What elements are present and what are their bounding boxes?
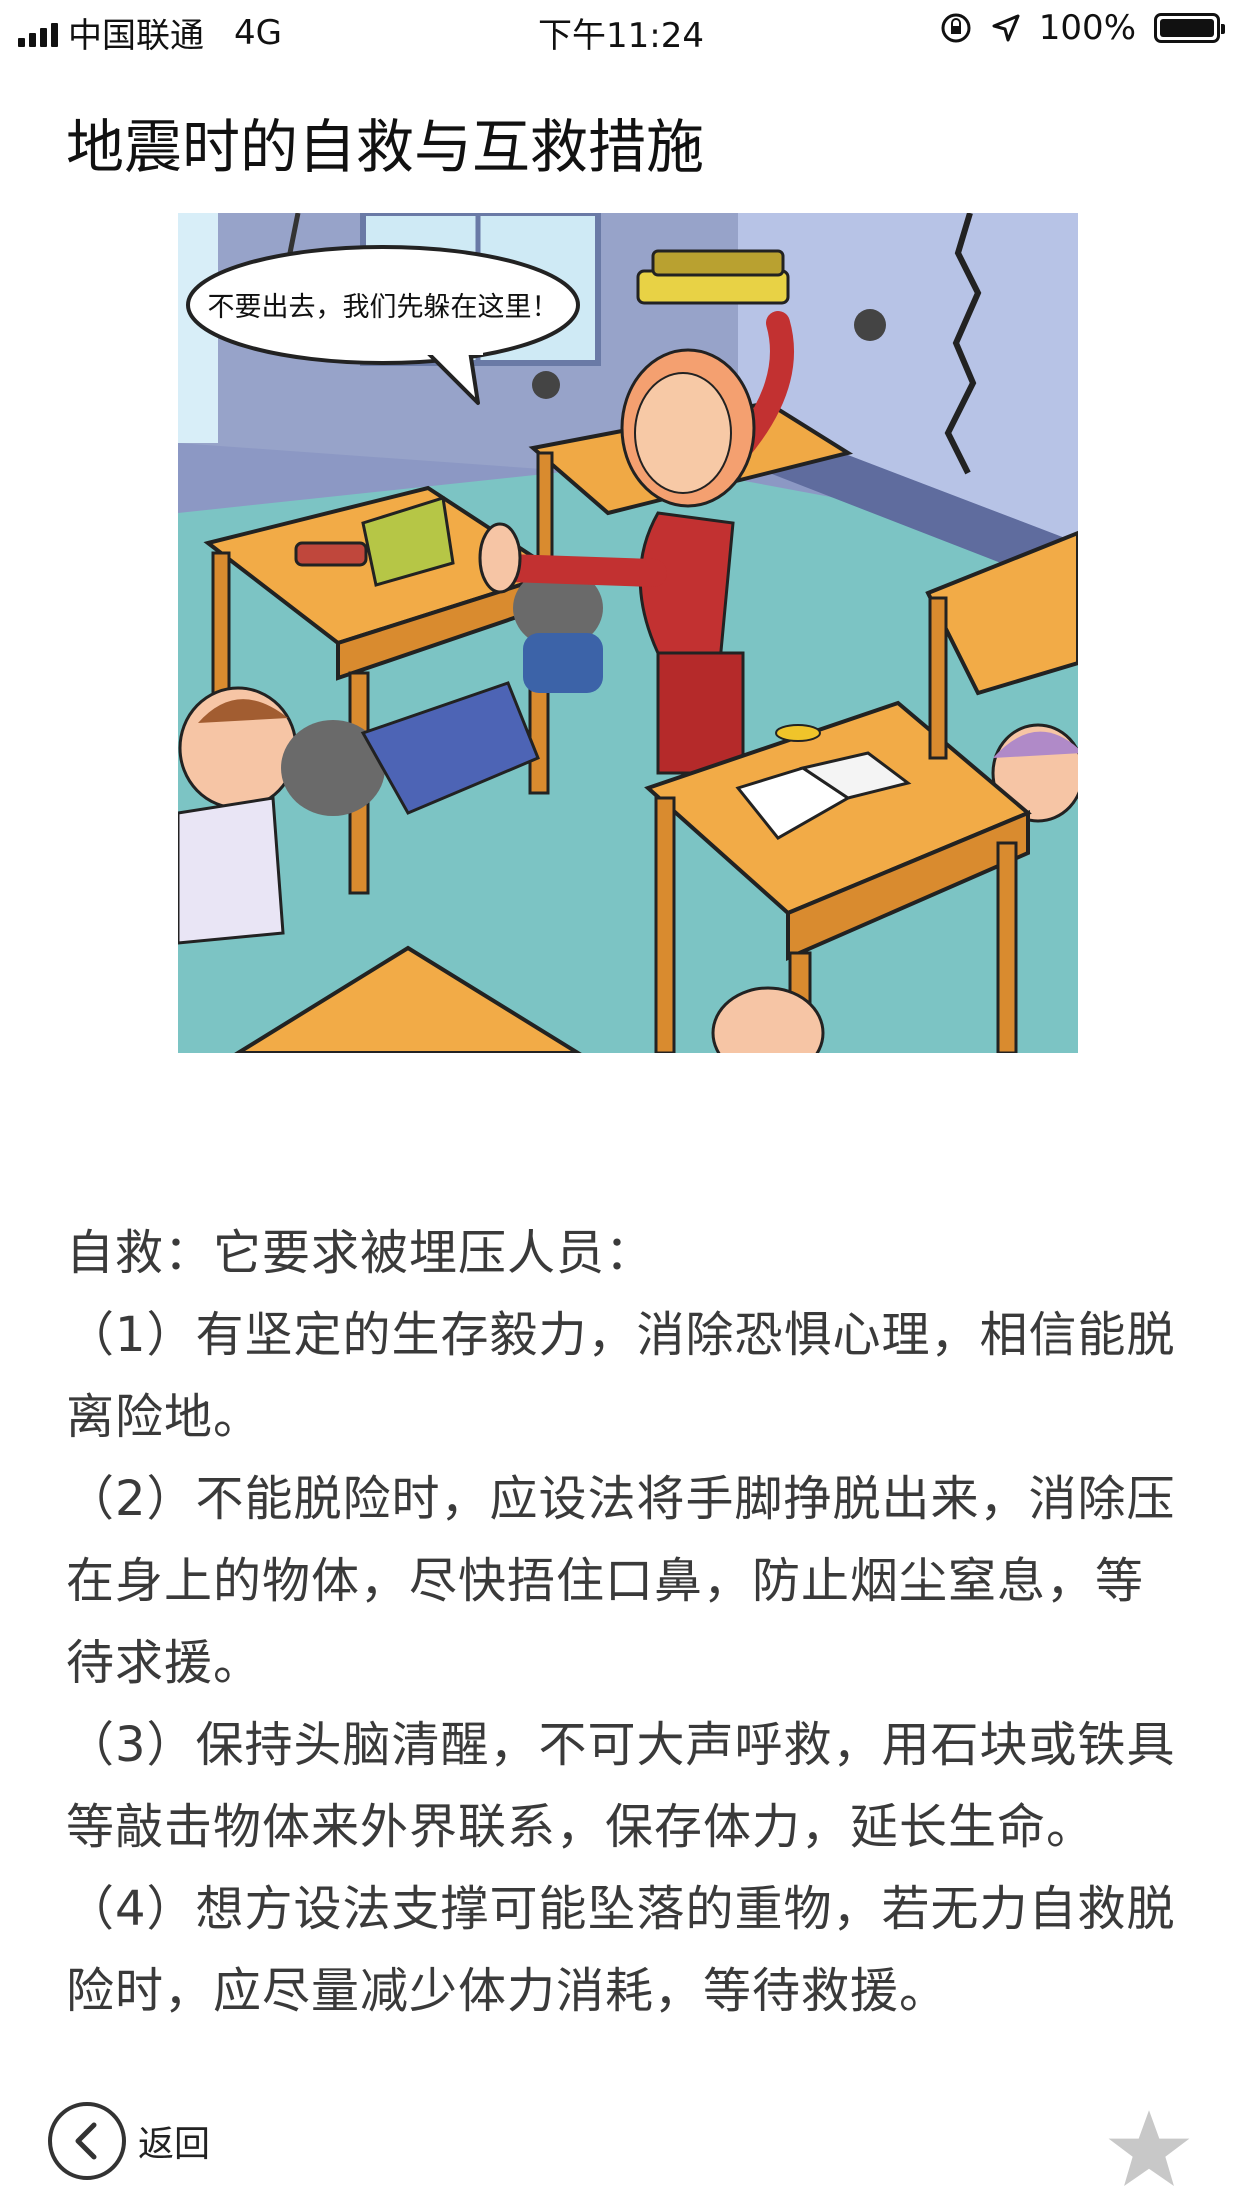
status-bar: 中国联通 4G 下午11:24 100%	[0, 0, 1242, 62]
bottom-toolbar: 返回	[0, 2080, 1242, 2208]
classroom-scene: 不要出去，我们先躲在这里！	[178, 213, 1078, 1053]
battery-percent: 100%	[1038, 8, 1136, 48]
article-body: 自救：它要求被埋压人员： （1）有坚定的生存毅力，消除恐惧心理，相信能脱离险地。…	[66, 1212, 1186, 2056]
article-paragraph: （3）保持头脑清醒，不可大声呼救，用石块或铁具等敲击物体来外界联系，保存体力，延…	[66, 1717, 1176, 1855]
article-paragraph: （2）不能脱险时，应设法将手脚挣脱出来，消除压在身上的物体，尽快捂住口鼻，防止烟…	[66, 1471, 1176, 1691]
back-label[interactable]: 返回	[138, 2115, 210, 2167]
article-paragraph: 自救：它要求被埋压人员：	[66, 1225, 655, 1281]
location-icon	[992, 14, 1020, 42]
battery-fill	[1160, 19, 1214, 37]
back-circle-icon[interactable]	[48, 2102, 126, 2180]
status-left: 中国联通 4G	[18, 8, 282, 57]
battery-icon	[1154, 13, 1225, 43]
back-button[interactable]: 返回	[48, 2102, 210, 2180]
earthquake-illustration: 不要出去，我们先躲在这里！	[178, 213, 1078, 1053]
star-icon[interactable]	[1106, 2106, 1192, 2192]
article-paragraph: （1）有坚定的生存毅力，消除恐惧心理，相信能脱离险地。	[66, 1307, 1176, 1445]
status-right: 100%	[939, 8, 1225, 48]
speech-bubble-text: 不要出去，我们先躲在这里！	[208, 292, 559, 323]
signal-icon	[18, 19, 58, 47]
carrier-label: 中国联通	[68, 16, 204, 56]
network-label: 4G	[234, 12, 282, 53]
article-paragraph: （4）想方设法支撑可能坠落的重物，若无力自救脱险时，应尽量减少体力消耗，等待救援…	[66, 1881, 1176, 2019]
page-title: 地震时的自救与互救措施	[66, 113, 705, 181]
rotation-lock-icon	[941, 13, 971, 43]
